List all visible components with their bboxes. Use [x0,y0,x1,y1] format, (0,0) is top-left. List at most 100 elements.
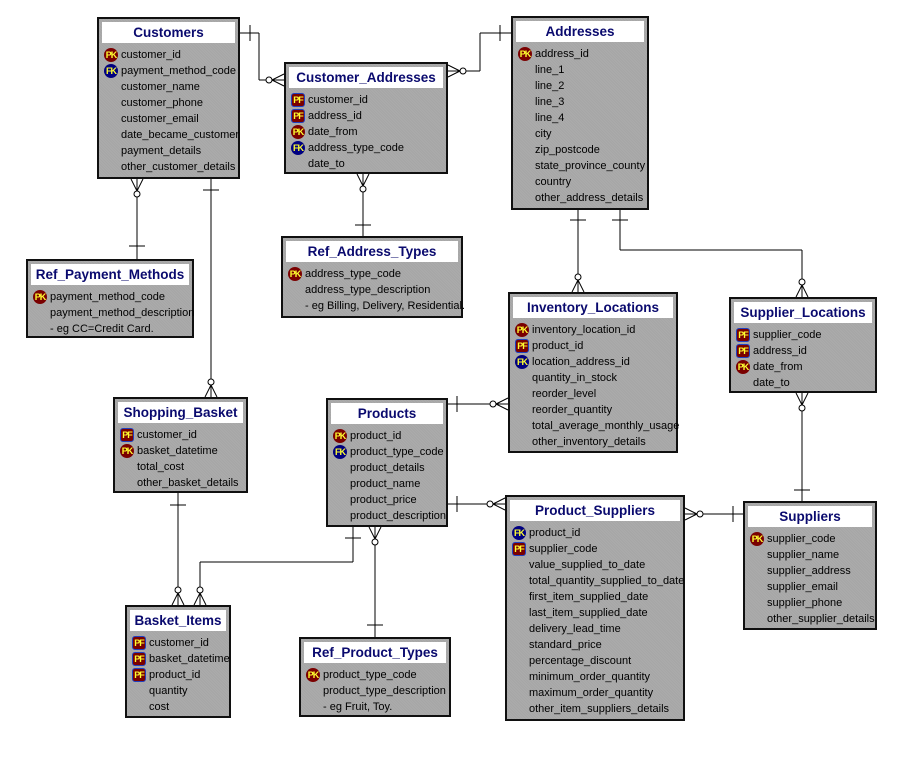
column-name: customer_id [149,637,209,649]
relationship-line-products-inventory_locations [448,396,509,412]
entity-products[interactable]: Products PK product_id FK product_type_code p… [326,398,448,527]
column-row: PF customer_id [127,635,229,651]
column-row: zip_postcode [513,142,647,158]
column-name: product_id [532,340,584,352]
column-row: customer_email [99,111,238,127]
column-name: other_customer_details [121,161,236,173]
column-row: date_to [731,375,875,391]
column-row: supplier_phone [745,595,875,611]
entity-product-suppliers[interactable]: Product_Suppliers FK product_id PF supplier_… [505,495,685,721]
entity-title: Addresses [516,21,644,42]
column-name: address_type_description [305,284,431,296]
relationship-line-customers-customer_addresses [239,25,285,87]
primary-foreign-key-icon: PF [132,668,146,682]
column-name: customer_id [137,429,197,441]
column-name: total_cost [137,461,185,473]
entity-customer-addresses[interactable]: Customer_Addresses PF customer_id PF address… [284,62,448,174]
column-row: FK address_type_code [286,140,446,156]
entity-shopping-basket[interactable]: Shopping_Basket PF customer_id PK basket_dat… [113,397,248,493]
entity-supplier-locations[interactable]: Supplier_Locations PF supplier_code PF addre… [729,297,877,393]
entity-ref-payment-methods[interactable]: Ref_Payment_Methods PK payment_method_code… [26,259,194,338]
primary-key-icon: PK [288,267,302,281]
entity-basket-items[interactable]: Basket_Items PF customer_id PF basket_dateti… [125,605,231,718]
entity-ref-product-types[interactable]: Ref_Product_Types PK product_type_code prod… [299,637,451,717]
column-name: supplier_code [753,329,822,341]
primary-foreign-key-icon: PF [291,93,305,107]
column-name: standard_price [529,639,602,651]
column-row: PF product_id [510,338,676,354]
entity-title: Supplier_Locations [734,302,872,323]
column-row: line_1 [513,62,647,78]
entity-ref-address-types[interactable]: Ref_Address_Types PK address_type_code addr… [281,236,465,318]
primary-foreign-key-icon: PF [736,328,750,342]
column-row: - eg Fruit, Toy. [301,699,449,715]
column-name: other_basket_details [137,477,239,489]
column-name: value_supplied_to_date [529,559,646,571]
column-name: zip_postcode [535,144,600,156]
column-name: supplier_name [767,549,840,561]
column-name: line_2 [535,80,565,92]
column-row: FK payment_method_code [99,63,238,79]
column-name: address_id [753,345,807,357]
column-row: PK customer_id [99,47,238,63]
foreign-key-icon: FK [291,141,305,155]
column-row: other_supplier_details [745,611,875,627]
relationship-line-ref_payment_methods-customers [129,178,145,259]
column-row: customer_phone [99,95,238,111]
column-name: customer_name [121,81,200,93]
entity-addresses[interactable]: Addresses PK address_id line_1 line_2 line_3 l… [511,16,649,210]
entity-inventory-locations[interactable]: Inventory_Locations PK inventory_location_… [508,292,680,453]
column-row: PK basket_datetime [115,443,246,459]
primary-key-icon: PK [120,444,134,458]
column-row: supplier_email [745,579,875,595]
entity-title: Ref_Address_Types [286,241,458,262]
column-row: PK product_id [328,428,446,444]
column-row: city [513,126,647,142]
column-row: PF address_id [286,108,446,124]
relationship-line-ref_product_types-products [367,526,383,637]
column-row: delivery_lead_time [507,621,683,637]
column-name: address_id [308,110,362,122]
primary-foreign-key-icon: PF [132,652,146,666]
entity-suppliers[interactable]: Suppliers PK supplier_code supplier_name sup… [743,501,877,630]
primary-key-icon: PK [306,668,320,682]
entity-title: Basket_Items [130,610,226,631]
column-name: last_item_supplied_date [529,607,648,619]
column-row: PF supplier_code [507,541,683,557]
column-name: product_description [350,510,447,522]
primary-foreign-key-icon: PF [512,542,526,556]
column-name: delivery_lead_time [529,623,621,635]
column-row: PK product_type_code [301,667,449,683]
column-name: product_id [149,669,201,681]
column-name: address_type_code [308,142,405,154]
column-name: supplier_email [767,581,838,593]
column-name: reorder_quantity [532,404,613,416]
column-name: total_average_monthly_usage [532,420,680,432]
column-name: city [535,128,552,140]
column-name: product_type_code [323,669,417,681]
column-name: location_address_id [532,356,630,368]
column-name: inventory_location_id [532,324,636,336]
column-name: supplier_code [529,543,598,555]
column-name: date_from [753,361,803,373]
column-name: cost [149,701,170,713]
primary-key-icon: PK [291,125,305,139]
column-row: other_address_details [513,190,647,206]
column-name: supplier_phone [767,597,843,609]
column-name: customer_email [121,113,199,125]
column-row: standard_price [507,637,683,653]
relationship-line-addresses-supplier_locations [612,210,809,298]
column-name: supplier_address [767,565,851,577]
column-row: PF customer_id [286,92,446,108]
column-name: state_province_county [535,160,646,172]
column-row: PF product_id [127,667,229,683]
column-name: line_4 [535,112,565,124]
column-name: maximum_order_quantity [529,687,654,699]
column-row: state_province_county [513,158,647,174]
entity-customers[interactable]: Customers PK customer_id FK payment_method_c… [97,17,240,179]
column-row: payment_method_description [28,305,194,321]
column-name: other_item_suppliers_details [529,703,670,715]
primary-foreign-key-icon: PF [515,339,529,353]
column-row: product_name [328,476,446,492]
primary-foreign-key-icon: PF [120,428,134,442]
